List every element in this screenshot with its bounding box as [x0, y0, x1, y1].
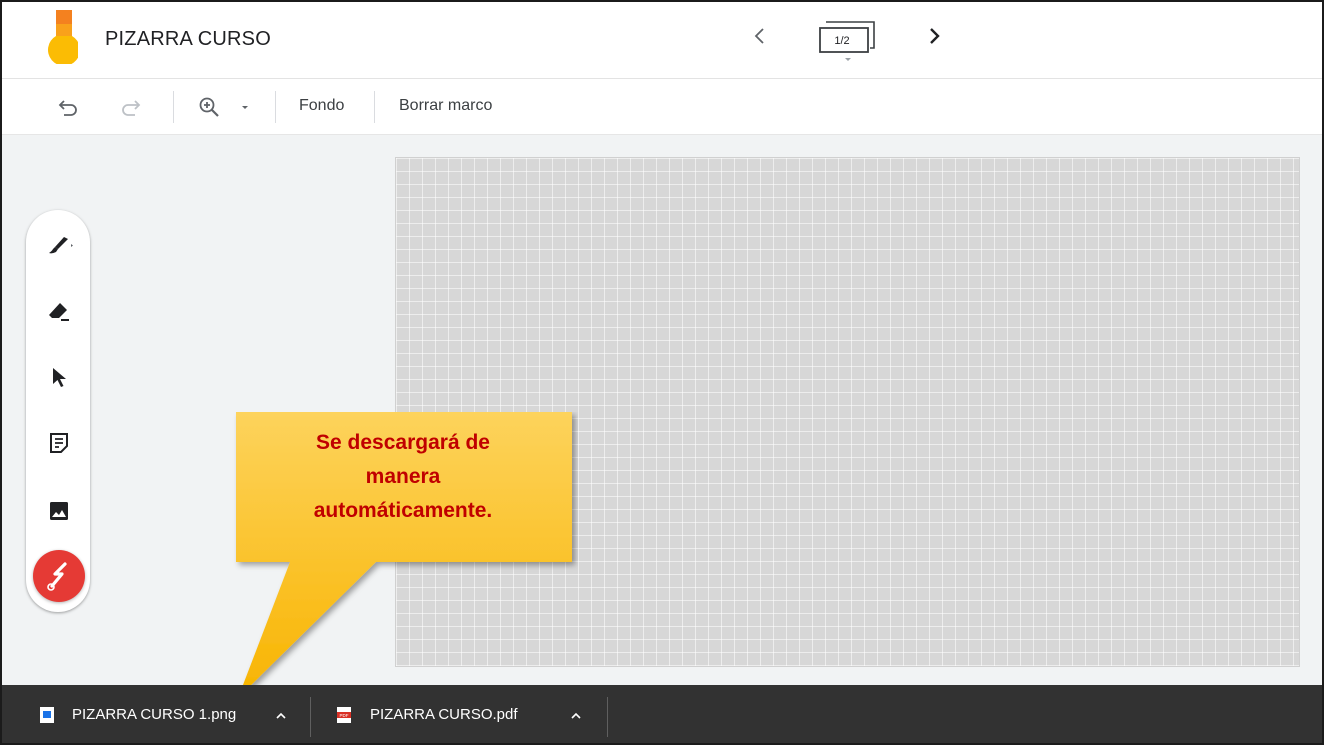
cursor-arrow-icon[interactable] [44, 362, 74, 392]
download-item-pdf[interactable]: PDF PIZARRA CURSO.pdf [311, 685, 607, 743]
pdf-file-icon: PDF [337, 707, 351, 723]
chevron-up-icon[interactable] [567, 707, 585, 725]
png-file-icon [40, 707, 54, 723]
laser-pointer-icon [47, 562, 67, 591]
redo-icon[interactable] [119, 95, 143, 119]
download-bar: PIZARRA CURSO 1.png PDF PIZARRA CURSO.pd… [2, 685, 1322, 743]
sticky-note-icon[interactable] [44, 428, 74, 458]
download-filename: PIZARRA CURSO.pdf [370, 706, 518, 723]
tool-palette [26, 210, 90, 612]
chevron-right-icon[interactable] [920, 22, 948, 50]
callout-text: Se descargará de manera automáticamente. [238, 426, 568, 528]
board-title[interactable]: PIZARRA CURSO [105, 28, 271, 51]
board-toolbar: Fondo Borrar marco [2, 79, 1322, 135]
chevron-left-icon[interactable] [746, 22, 774, 50]
frame-bar-toggle[interactable]: 1/2 [814, 12, 880, 64]
download-item-png[interactable]: PIZARRA CURSO 1.png [2, 685, 309, 743]
background-button[interactable]: Fondo [299, 97, 344, 115]
callout-line: automáticamente. [313, 499, 493, 522]
clear-frame-button[interactable]: Borrar marco [399, 97, 492, 115]
callout-line: Se descargará de [316, 431, 490, 454]
svg-text:PDF: PDF [340, 713, 349, 718]
page-indicator-label: 1/2 [834, 35, 850, 47]
download-filename: PIZARRA CURSO 1.png [72, 706, 237, 723]
zoom-dropdown-icon[interactable] [238, 95, 252, 119]
toolbar-divider [275, 91, 276, 123]
download-divider [607, 697, 608, 737]
zoom-in-icon[interactable] [197, 95, 221, 119]
jamboard-logo [48, 10, 78, 64]
canvas-area [2, 135, 1322, 685]
toolbar-divider [374, 91, 375, 123]
eraser-icon[interactable] [44, 296, 74, 326]
app-header: PIZARRA CURSO 1/2 [2, 2, 1322, 79]
laser-pointer-button[interactable] [33, 550, 85, 602]
toolbar-divider [173, 91, 174, 123]
image-icon[interactable] [44, 496, 74, 526]
pen-icon[interactable] [44, 230, 74, 260]
chevron-up-icon[interactable] [272, 707, 290, 725]
jamboard-window: PIZARRA CURSO 1/2 Fondo Borrar marco Se … [0, 0, 1324, 745]
callout-line: manera [365, 465, 441, 488]
undo-icon[interactable] [56, 95, 80, 119]
